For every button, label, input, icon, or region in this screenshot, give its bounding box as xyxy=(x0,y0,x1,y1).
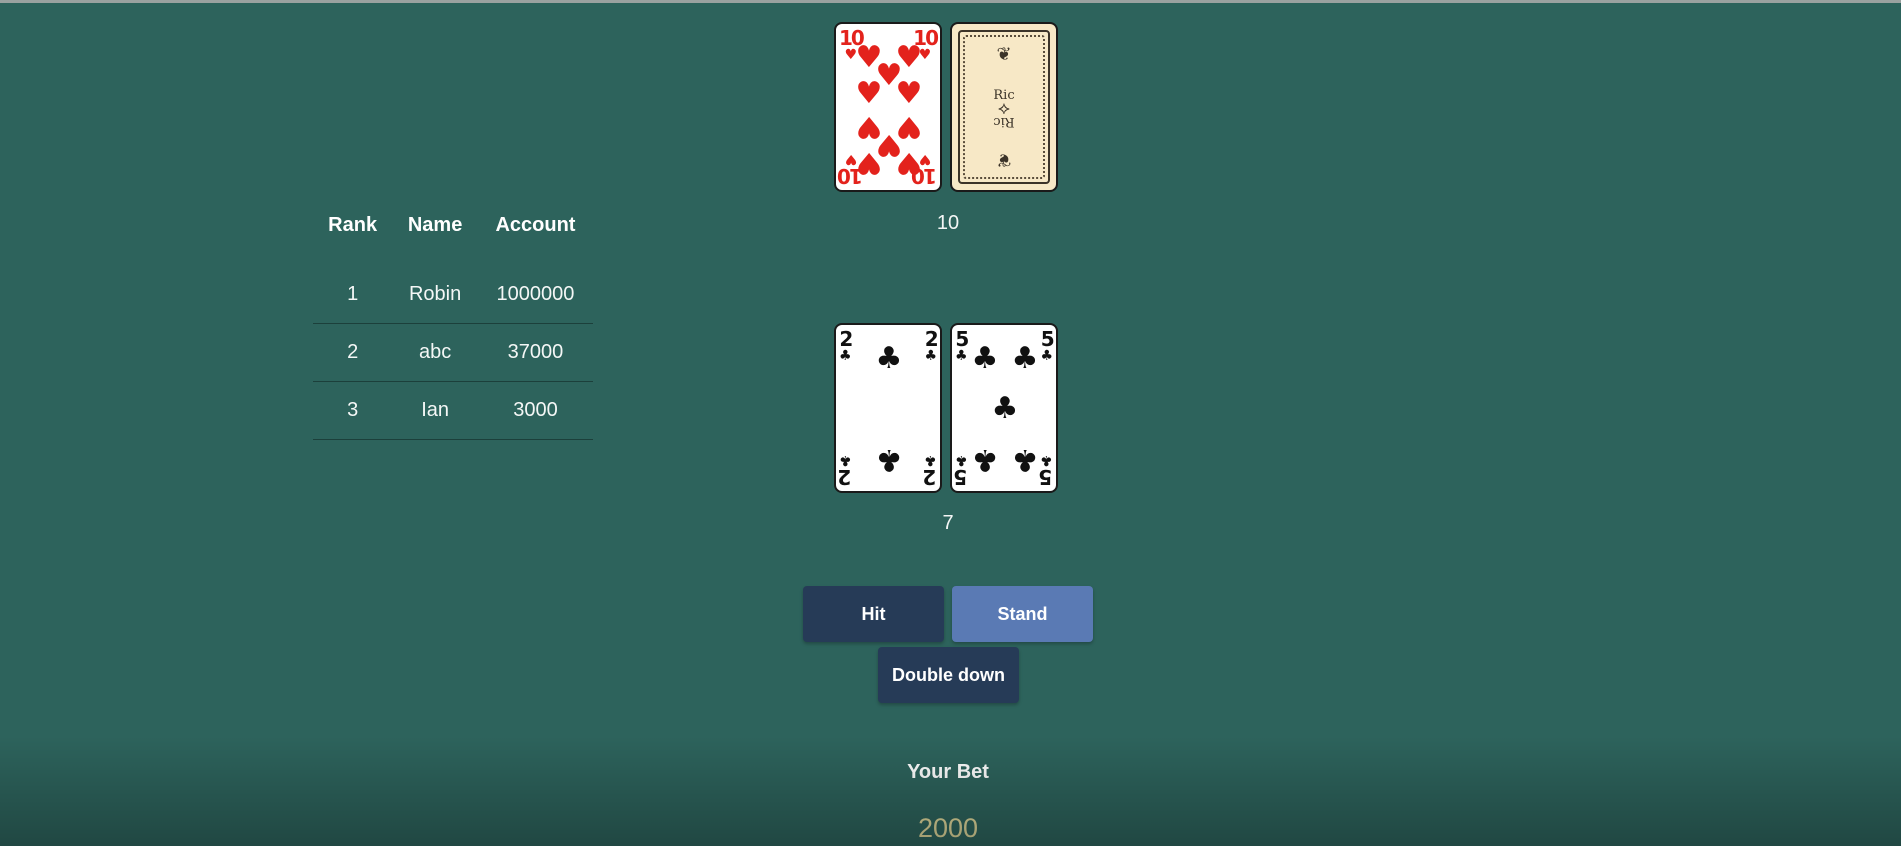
rank-cell: 3 xyxy=(313,381,393,440)
heart-pip-icon: ♥ xyxy=(895,76,923,111)
leaderboard-row: 2 abc 37000 xyxy=(313,323,593,382)
name-cell: abc xyxy=(392,323,478,382)
leaderboard-row: 1 Robin 1000000 xyxy=(313,266,593,324)
rank-column-header: Rank xyxy=(328,213,378,236)
card-corner-index: 5 ♣ xyxy=(1040,452,1053,489)
account-cell: 37000 xyxy=(477,323,593,382)
heart-pip-icon: ♥ xyxy=(895,145,923,180)
card-corner-index: 2 ♣ xyxy=(924,327,938,364)
account-cell: 1000000 xyxy=(477,266,593,324)
dealer-card-face-down: ❦ Ric ⟡ Ric ❦ xyxy=(950,22,1058,192)
card-corner-index: 5 ♣ xyxy=(1040,327,1054,364)
bet-value: 2000 xyxy=(917,813,979,843)
leaderboard-header-row: Rank Name Account xyxy=(313,200,593,250)
card-back-mark: Ric xyxy=(993,114,1015,129)
club-pip-icon: ♣ xyxy=(971,341,999,376)
rank-cell: 1 xyxy=(313,266,393,324)
player-card-two-of-clubs: 2 ♣ 2 ♣ 2 ♣ 2 ♣ ♣ ♣ xyxy=(834,323,942,493)
club-pip-icon: ♣ xyxy=(1011,341,1039,376)
dealer-card-ten-of-hearts: 10 ♥ 10 ♥ 10 ♥ 10 ♥ ♥ ♥ ♥ ♥ ♥ ♥ ♥ ♥ ♥ ♥ xyxy=(834,22,942,192)
dealer-hand-total: 10 xyxy=(936,212,960,234)
card-corner-index: 2 ♣ xyxy=(924,452,937,489)
leaderboard-row: 3 Ian 3000 xyxy=(313,381,593,440)
account-column-header: Account xyxy=(495,213,576,236)
bet-label: Your Bet xyxy=(907,761,989,783)
club-pip-icon: ♣ xyxy=(991,391,1019,426)
stand-button[interactable]: Stand xyxy=(952,586,1093,642)
leaderboard-table: Rank Name Account 1 Robin 1000000 2 abc … xyxy=(313,200,593,440)
hit-button[interactable]: Hit xyxy=(803,586,944,642)
player-card-five-of-clubs: 5 ♣ 5 ♣ 5 ♣ 5 ♣ ♣ ♣ ♣ ♣ ♣ xyxy=(950,323,1058,493)
card-corner-index: 5 ♣ xyxy=(955,327,969,364)
dealer-hand: 10 ♥ 10 ♥ 10 ♥ 10 ♥ ♥ ♥ ♥ ♥ ♥ ♥ ♥ ♥ ♥ ♥ ❦ Ri… xyxy=(834,22,1058,192)
account-cell: 3000 xyxy=(477,381,593,440)
club-pip-icon: ♣ xyxy=(1011,442,1039,477)
card-back-ornament-icon: ❦ xyxy=(996,44,1012,65)
card-back-ornament-icon: ❦ xyxy=(996,149,1012,170)
club-pip-icon: ♣ xyxy=(875,442,903,477)
name-cell: Ian xyxy=(392,381,478,440)
card-corner-index: 5 ♣ xyxy=(955,452,968,489)
name-cell: Robin xyxy=(392,266,478,324)
player-hand: 2 ♣ 2 ♣ 2 ♣ 2 ♣ ♣ ♣ 5 ♣ 5 ♣ 5 ♣ 5 ♣ ♣ ♣ ♣ ♣ ♣ xyxy=(834,323,1058,493)
card-corner-index: 2 ♣ xyxy=(839,452,852,489)
heart-pip-icon: ♥ xyxy=(855,76,883,111)
club-pip-icon: ♣ xyxy=(971,442,999,477)
player-hand-total: 7 xyxy=(942,512,954,534)
card-corner-index: 2 ♣ xyxy=(839,327,853,364)
heart-pip-icon: ♥ xyxy=(855,145,883,180)
name-column-header: Name xyxy=(407,213,463,236)
club-pip-icon: ♣ xyxy=(875,341,903,376)
window-top-border xyxy=(0,0,1901,3)
rank-cell: 2 xyxy=(313,323,393,382)
double-down-button[interactable]: Double down xyxy=(878,647,1019,703)
